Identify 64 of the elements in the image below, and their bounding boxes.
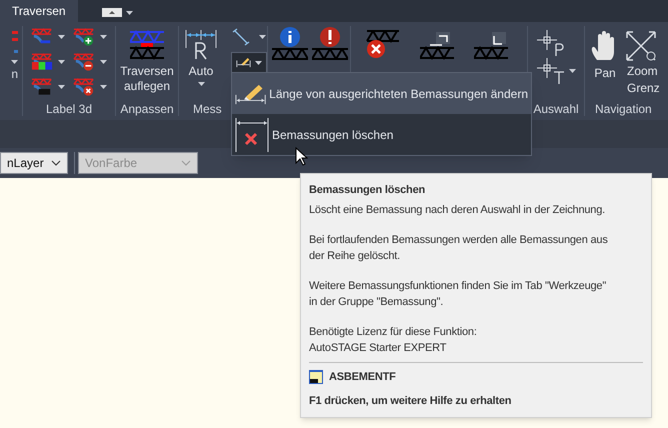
caret-icon xyxy=(58,85,65,89)
caret-icon xyxy=(58,60,65,64)
caret-icon xyxy=(100,35,107,39)
crosshair-p-icon xyxy=(536,30,564,56)
caret-icon xyxy=(100,85,107,89)
caret-icon xyxy=(11,60,18,64)
caret-icon xyxy=(58,35,65,39)
label-button[interactable] xyxy=(73,26,107,48)
caret-icon xyxy=(126,10,133,14)
caret-icon xyxy=(100,60,107,64)
caret-icon xyxy=(255,61,262,65)
place-truss-icon xyxy=(130,30,164,60)
tooltip-title: Bemassungen löschen xyxy=(309,183,426,198)
truss-top-icon xyxy=(420,32,454,60)
dimension-r-icon xyxy=(185,30,217,60)
caret-icon xyxy=(259,35,266,39)
auto-dimension-button[interactable]: Auto xyxy=(179,22,223,98)
truss-icon xyxy=(312,48,348,60)
caret-icon xyxy=(568,69,576,73)
quick-access-button[interactable] xyxy=(102,8,133,17)
truss-icon xyxy=(272,48,308,60)
command-name: ASBEMENTF xyxy=(329,370,396,385)
menu-item[interactable]: Bemassungen löschen xyxy=(232,114,531,155)
zoom-extents-button[interactable]: Zoom Grenz xyxy=(625,30,660,98)
group-label: Label 3d xyxy=(46,101,92,118)
pan-button[interactable]: Pan xyxy=(591,30,619,98)
info-icon xyxy=(279,26,301,48)
tooltip-text: Benötigte Lizenz für diese Funktion: AutoSTAGE Starter EXPERT xyxy=(309,325,478,356)
group-label: Mess xyxy=(193,101,222,118)
menu-item[interactable]: Länge von ausgerichteten Bemassungen ändern xyxy=(232,73,531,114)
group-label: Auswahl xyxy=(533,101,579,118)
delete-label-icon xyxy=(73,77,96,97)
aligned-dimension-icon xyxy=(231,28,251,46)
help-hint: F1 drücken, um weitere Hilfe zu erhalten xyxy=(309,394,512,409)
chevron-down-icon xyxy=(181,160,191,166)
caret-icon xyxy=(198,82,204,86)
group-label: Navigation xyxy=(595,101,652,118)
crosshair-t-icon xyxy=(536,58,564,84)
tooltip-text: Löscht eine Bemassung nach deren Auswahl in der Zeichnung. xyxy=(309,203,606,218)
edit-dimension-split-button[interactable] xyxy=(231,52,267,74)
panel-toggle-icon xyxy=(102,8,122,17)
dark-label-icon xyxy=(31,77,54,97)
label-button[interactable] xyxy=(73,51,107,73)
chevron-down-icon xyxy=(51,160,61,166)
tooltip-text: Weitere Bemassungsfunktionen finden Sie im Tab "Werkzeuge" in der Gruppe "Bemassung". xyxy=(309,279,608,310)
mouse-cursor xyxy=(295,147,308,166)
remove-label-icon xyxy=(73,52,96,72)
add-label-icon xyxy=(73,27,96,47)
partial-button[interactable]: n xyxy=(11,68,18,80)
color-label-icon xyxy=(31,52,54,72)
label-button[interactable] xyxy=(73,76,107,98)
aligned-dimension-button[interactable] xyxy=(231,26,267,48)
pick-type-button[interactable] xyxy=(536,58,576,84)
tooltip-text: Bei fortlaufenden Bemassungen werden alle Bemassungen aus der Reihe gelöscht. xyxy=(309,233,609,264)
layer-dropdown[interactable]: nLayer xyxy=(0,152,68,174)
group-label: Anpassen xyxy=(120,101,174,118)
place-truss-button[interactable]: Traversen auflegen xyxy=(117,22,177,98)
ribbon-tab[interactable]: Traversen xyxy=(0,0,78,22)
zoom-extents-icon xyxy=(625,30,659,62)
command-icon xyxy=(309,370,323,384)
delete-dimension-icon xyxy=(235,118,269,152)
dimension-pencil-icon xyxy=(236,56,251,70)
truss-bottom-icon xyxy=(474,32,508,60)
warning-icon xyxy=(319,26,341,48)
